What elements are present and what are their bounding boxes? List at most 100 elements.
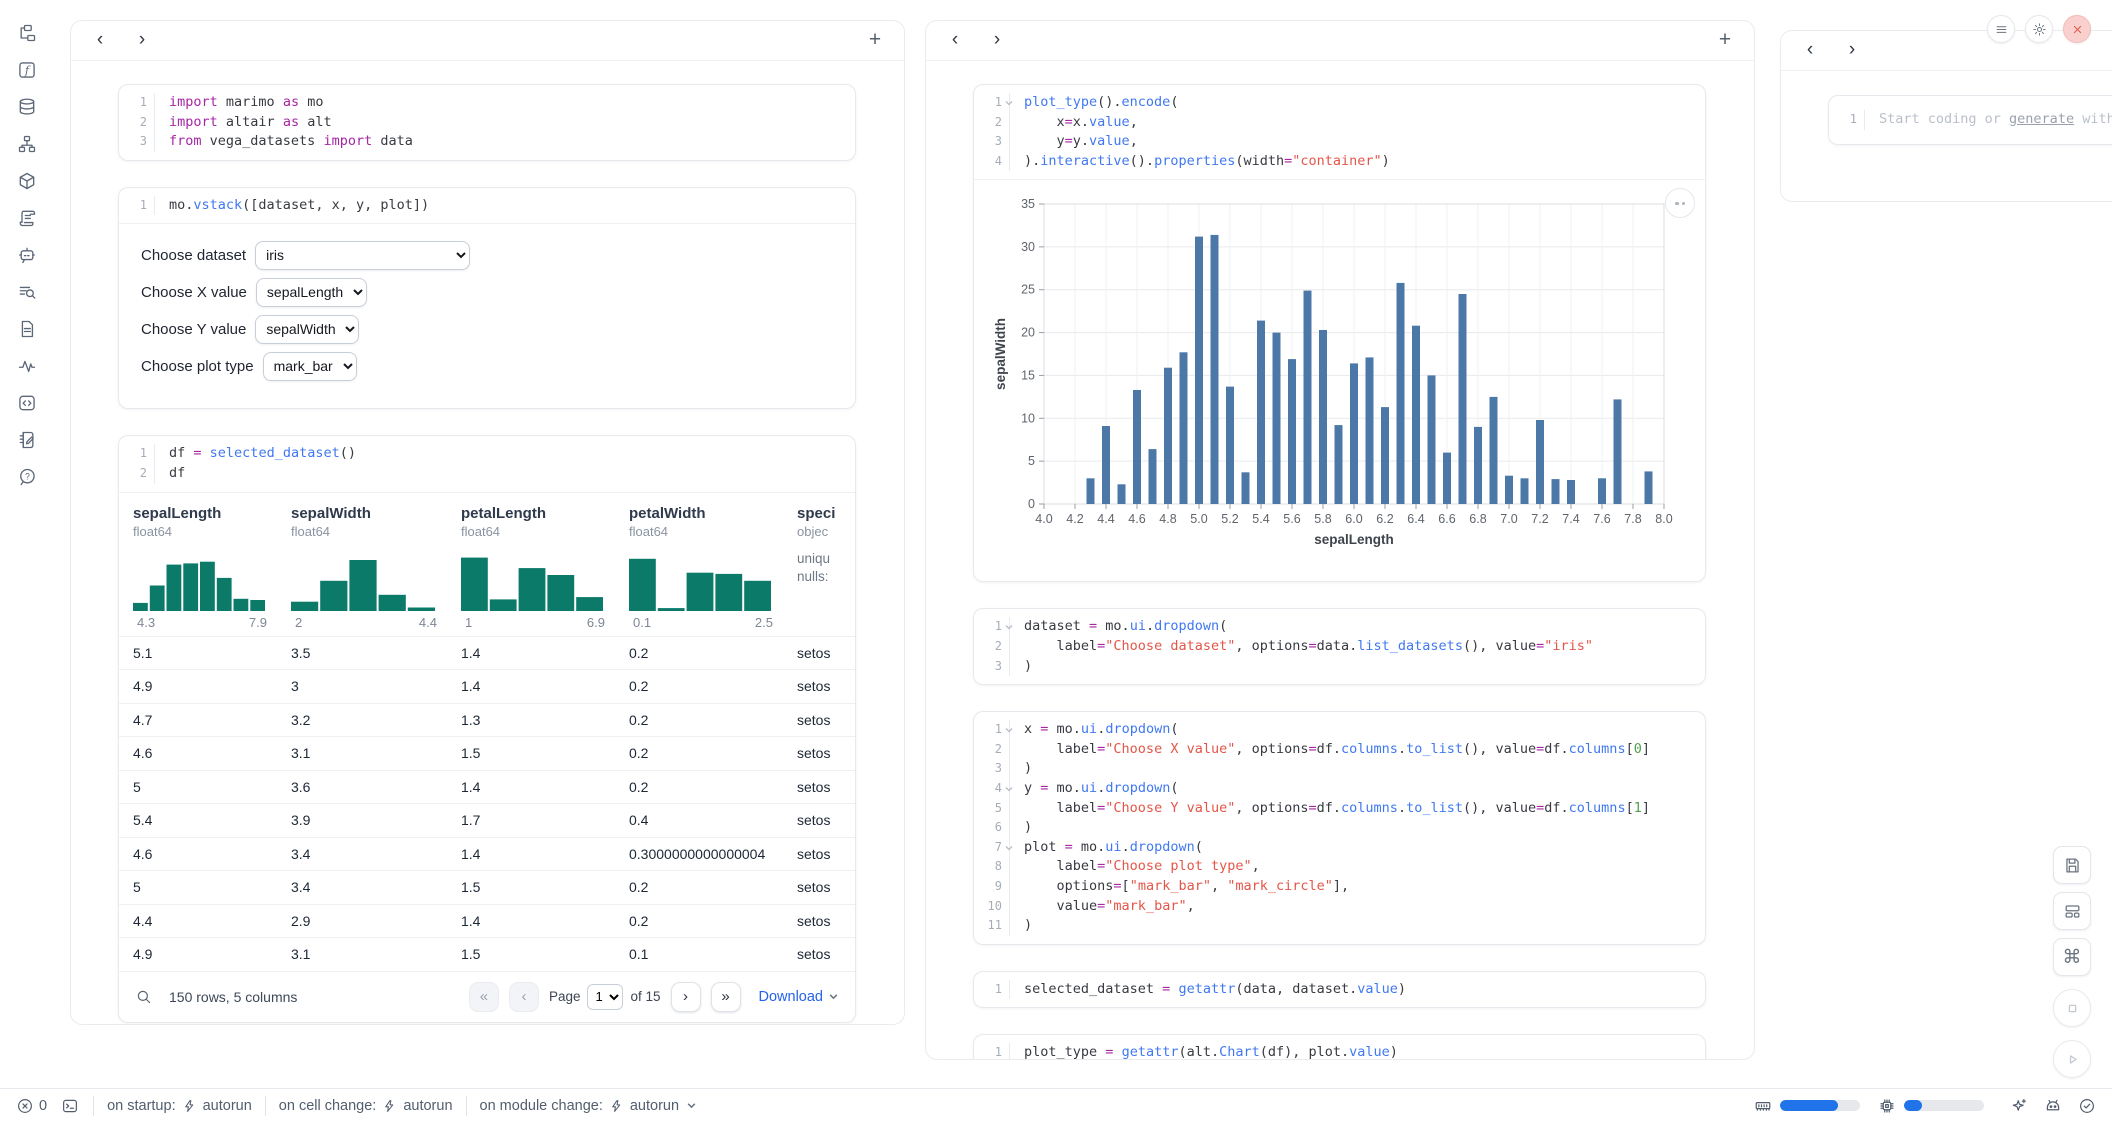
table-column-header[interactable]: sepalWidthfloat6424.4 (277, 505, 447, 630)
menu-icon[interactable] (1987, 15, 2015, 43)
first-page-button[interactable]: « (469, 982, 499, 1012)
chat-bot-icon[interactable] (16, 244, 38, 266)
column-1-header: ‹ › + (71, 21, 904, 61)
code-snippet-icon[interactable] (16, 392, 38, 414)
bar (1350, 364, 1358, 505)
line-number: 1 (119, 196, 155, 216)
ai-sparkles-button[interactable] (2010, 1097, 2028, 1115)
table-row: 5.43.91.70.4setos (119, 803, 855, 837)
download-button[interactable]: Download (759, 989, 840, 1005)
lightning-bolt-icon (610, 1099, 623, 1113)
code-editor-placeholder[interactable]: Start coding or generate with (1865, 110, 2112, 130)
connection-status-button[interactable] (2078, 1097, 2096, 1115)
bar-chart[interactable]: 051015202530354.04.24.44.64.85.05.25.45.… (992, 194, 1692, 566)
column-prev-icon[interactable]: ‹ (942, 28, 968, 54)
svg-text:7.4: 7.4 (1562, 512, 1579, 526)
autorun-setting[interactable]: on startup:autorun (94, 1098, 265, 1114)
line-number: 1 (974, 93, 1010, 113)
svg-text:?: ? (25, 472, 30, 482)
line-number: 2 (119, 113, 155, 133)
status-bar: 0 on startup:autorunon cell change:autor… (0, 1088, 2112, 1122)
script-icon[interactable] (16, 207, 38, 229)
page-select[interactable]: 1 (587, 984, 623, 1010)
save-button[interactable] (2053, 846, 2091, 884)
package-icon[interactable] (16, 170, 38, 192)
add-cell-icon[interactable]: + (1712, 28, 1738, 54)
dropdown-control: Choose plot typemark_bar (141, 351, 833, 381)
scratchpad-icon[interactable] (16, 429, 38, 451)
table-column-header[interactable]: petalLengthfloat6416.9 (447, 505, 615, 630)
cell-empty[interactable]: 1 Start coding or generate with (1828, 95, 2112, 145)
stop-button[interactable] (2053, 989, 2091, 1027)
table-cell: 4.9 (119, 678, 277, 694)
function-icon[interactable]: f (16, 59, 38, 81)
search-list-icon[interactable] (16, 281, 38, 303)
bar (1211, 235, 1219, 504)
code-line: 1mo.vstack([dataset, x, y, plot]) (119, 196, 855, 216)
settings-gear-icon[interactable] (2025, 15, 2053, 43)
autorun-label: on module change: (480, 1098, 603, 1114)
column-next-icon[interactable]: › (1839, 38, 1865, 64)
table-cell: 0.2 (615, 779, 783, 795)
table-cell: setos (783, 879, 855, 895)
column-prev-icon[interactable]: ‹ (1797, 38, 1823, 64)
cpu-meter (1904, 1100, 1984, 1111)
table-footer: 150 rows, 5 columns«‹Page1of 15›»Downloa… (119, 971, 855, 1022)
errors-indicator[interactable]: 0 (16, 1097, 47, 1115)
column-histogram (133, 549, 265, 611)
line-number: 1 (974, 720, 1010, 740)
table-cell: 0.2 (615, 712, 783, 728)
bar (1164, 368, 1172, 504)
table-column-header[interactable]: speciobjecuniqunulls: (783, 505, 855, 630)
database-icon[interactable] (16, 96, 38, 118)
sitemap-icon[interactable] (16, 133, 38, 155)
add-cell-icon[interactable]: + (862, 28, 888, 54)
line-number: 1 (974, 980, 1010, 1000)
keyboard-shortcuts-button[interactable]: ⌘ (2053, 938, 2091, 976)
line-number: 10 (974, 897, 1010, 917)
code-line: 3) (974, 759, 1705, 779)
svg-text:4.8: 4.8 (1159, 512, 1176, 526)
table-cell: setos (783, 745, 855, 761)
cell-imports: 1import marimo as mo2import altair as al… (118, 84, 856, 161)
dropdown-select[interactable]: sepalLength (256, 278, 367, 307)
column-next-icon[interactable]: › (984, 28, 1010, 54)
assistant-button[interactable] (2044, 1097, 2062, 1115)
code-line: 11) (974, 916, 1705, 936)
dropdown-select[interactable]: iris (255, 241, 470, 270)
dropdown-select[interactable]: mark_bar (263, 352, 357, 381)
table-cell: 4.9 (119, 946, 277, 962)
prev-page-button[interactable]: ‹ (509, 982, 539, 1012)
close-icon[interactable] (2063, 15, 2091, 43)
bar (1443, 453, 1451, 504)
column-prev-icon[interactable]: ‹ (87, 28, 113, 54)
file-tree-icon[interactable] (16, 22, 38, 44)
error-count: 0 (39, 1098, 47, 1114)
layout-button[interactable] (2053, 892, 2091, 930)
code-line: 3) (974, 657, 1705, 677)
table-cell: 0.3000000000000004 (615, 846, 783, 862)
bar (1226, 387, 1234, 504)
help-icon[interactable]: ? (16, 466, 38, 488)
activity-icon[interactable] (16, 355, 38, 377)
table-column-header[interactable]: sepalLengthfloat644.37.9 (119, 505, 277, 630)
bar (1102, 426, 1110, 504)
window-controls (1987, 15, 2091, 43)
code-line: 1plot_type = getattr(alt.Chart(df), plot… (974, 1043, 1705, 1060)
table-column-header[interactable]: petalWidthfloat640.12.5 (615, 505, 783, 630)
dropdown-select[interactable]: sepalWidth (255, 315, 359, 344)
autorun-setting[interactable]: on module change:autorun (467, 1098, 711, 1114)
terminal-button[interactable] (61, 1097, 79, 1115)
marimo-app: f? ‹ › + 1import marimo as mo2import alt… (0, 0, 2112, 1122)
autorun-setting[interactable]: on cell change:autorun (266, 1098, 466, 1114)
search-icon[interactable] (135, 988, 153, 1006)
next-page-button[interactable]: › (671, 982, 701, 1012)
column-next-icon[interactable]: › (129, 28, 155, 54)
run-button[interactable] (2053, 1040, 2091, 1078)
svg-text:5.0: 5.0 (1190, 512, 1207, 526)
document-icon[interactable] (16, 318, 38, 340)
last-page-button[interactable]: » (711, 982, 741, 1012)
bar (1195, 237, 1203, 504)
table-row: 4.42.91.40.2setos (119, 904, 855, 938)
bar (1257, 321, 1265, 504)
